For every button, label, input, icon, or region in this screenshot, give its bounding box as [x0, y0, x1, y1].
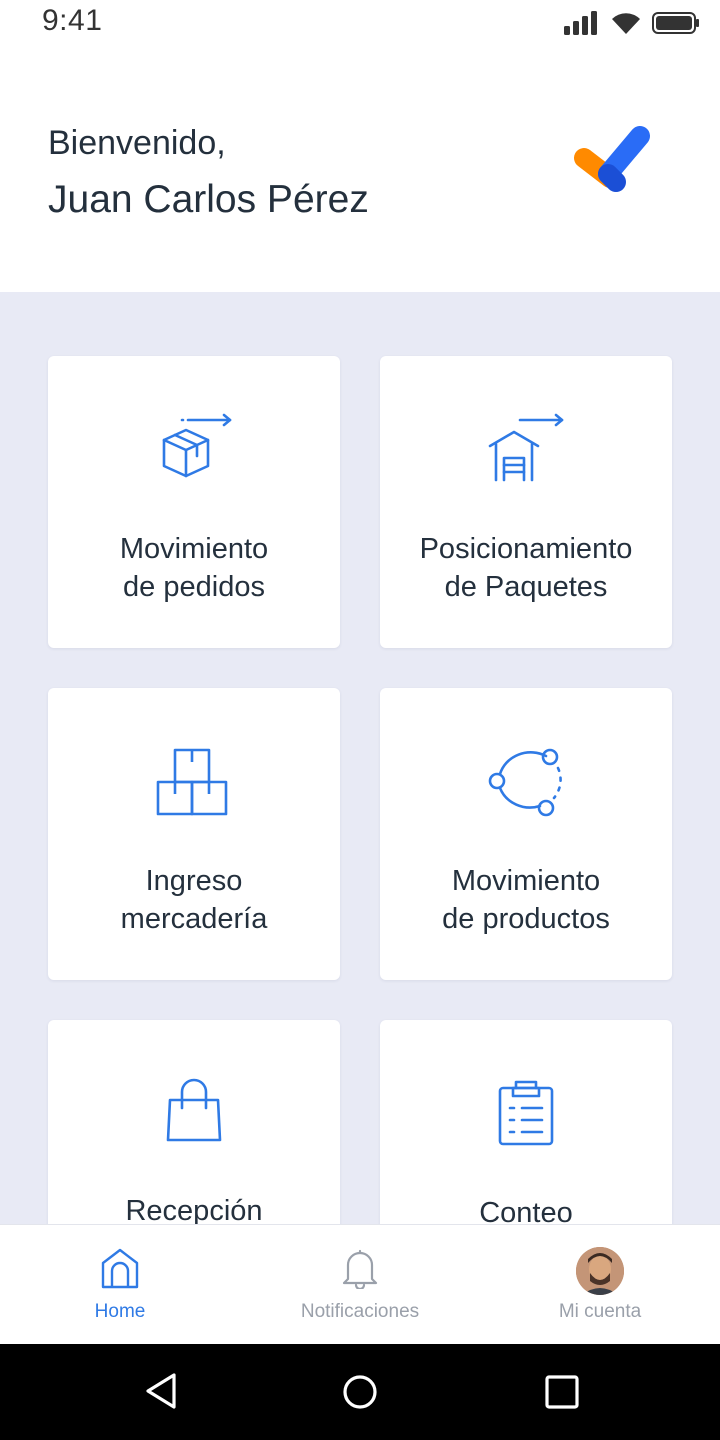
- tile-recepcion[interactable]: Recepción: [48, 1020, 340, 1224]
- shopping-bag-icon: [166, 1078, 222, 1142]
- brand-check-logo: [574, 126, 650, 192]
- greeting-text: Bienvenido,: [48, 124, 226, 162]
- back-icon[interactable]: [144, 1372, 178, 1410]
- signal-icon: [564, 11, 597, 35]
- battery-icon: [652, 12, 699, 34]
- tile-label-line1: Recepción: [125, 1195, 263, 1224]
- tile-movimiento-pedidos[interactable]: Movimiento de pedidos: [48, 356, 340, 648]
- bell-icon: [342, 1249, 378, 1289]
- menu-grid: Movimiento de pedidos Posicionamiento de…: [0, 292, 720, 1224]
- status-icons: [564, 8, 700, 38]
- status-time: 9:41: [42, 4, 103, 37]
- tile-conteo[interactable]: Conteo: [380, 1020, 672, 1224]
- avatar: [576, 1247, 624, 1295]
- tile-label: Recepción: [48, 1192, 340, 1224]
- nav-notifications[interactable]: Notificaciones: [240, 1225, 480, 1345]
- tile-label-line1: Posicionamiento: [419, 533, 633, 565]
- tile-label: Movimiento de productos: [380, 862, 672, 938]
- welcome-header: Bienvenido, Juan Carlos Pérez: [0, 48, 720, 292]
- tile-label-line1: Conteo: [479, 1197, 573, 1224]
- tile-label-line1: Ingreso: [145, 865, 243, 897]
- nav-notifications-label: Notificaciones: [300, 1301, 420, 1322]
- nav-account-label: Mi cuenta: [558, 1301, 642, 1322]
- rotation-nodes-icon: [488, 748, 562, 817]
- bottom-nav: Home Notificaciones Mi cuenta: [0, 1224, 720, 1344]
- tile-movimiento-productos[interactable]: Movimiento de productos: [380, 688, 672, 980]
- home-icon: [101, 1248, 139, 1289]
- status-bar: 9:41: [0, 0, 720, 48]
- nav-account[interactable]: Mi cuenta: [480, 1225, 720, 1345]
- tile-label-line1: Movimiento: [119, 533, 269, 565]
- warehouse-arrow-icon: [488, 413, 564, 482]
- tile-label: Posicionamiento de Paquetes: [380, 530, 672, 606]
- clipboard-list-icon: [498, 1080, 554, 1146]
- tile-label: Movimiento de pedidos: [48, 530, 340, 606]
- tile-label: Ingreso mercadería: [48, 862, 340, 938]
- user-name: Juan Carlos Pérez: [48, 178, 369, 221]
- nav-home[interactable]: Home: [0, 1225, 240, 1345]
- tile-label-line1: Movimiento: [451, 865, 601, 897]
- wifi-icon: [612, 13, 640, 34]
- system-nav-bar: [0, 1344, 720, 1440]
- recents-square-icon[interactable]: [545, 1375, 579, 1409]
- tile-label-line2: de productos: [442, 903, 610, 935]
- home-circle-icon[interactable]: [342, 1374, 378, 1410]
- tile-label-line2: de Paquetes: [444, 571, 608, 603]
- stacked-boxes-icon: [156, 748, 228, 816]
- box-arrow-icon: [162, 413, 232, 478]
- tile-label: Conteo: [380, 1194, 672, 1224]
- tile-posicionamiento-paquetes[interactable]: Posicionamiento de Paquetes: [380, 356, 672, 648]
- tile-label-line2: de pedidos: [123, 571, 265, 603]
- tile-ingreso-mercaderia[interactable]: Ingreso mercadería: [48, 688, 340, 980]
- nav-home-label: Home: [94, 1301, 146, 1322]
- tile-label-line2: mercadería: [120, 903, 268, 935]
